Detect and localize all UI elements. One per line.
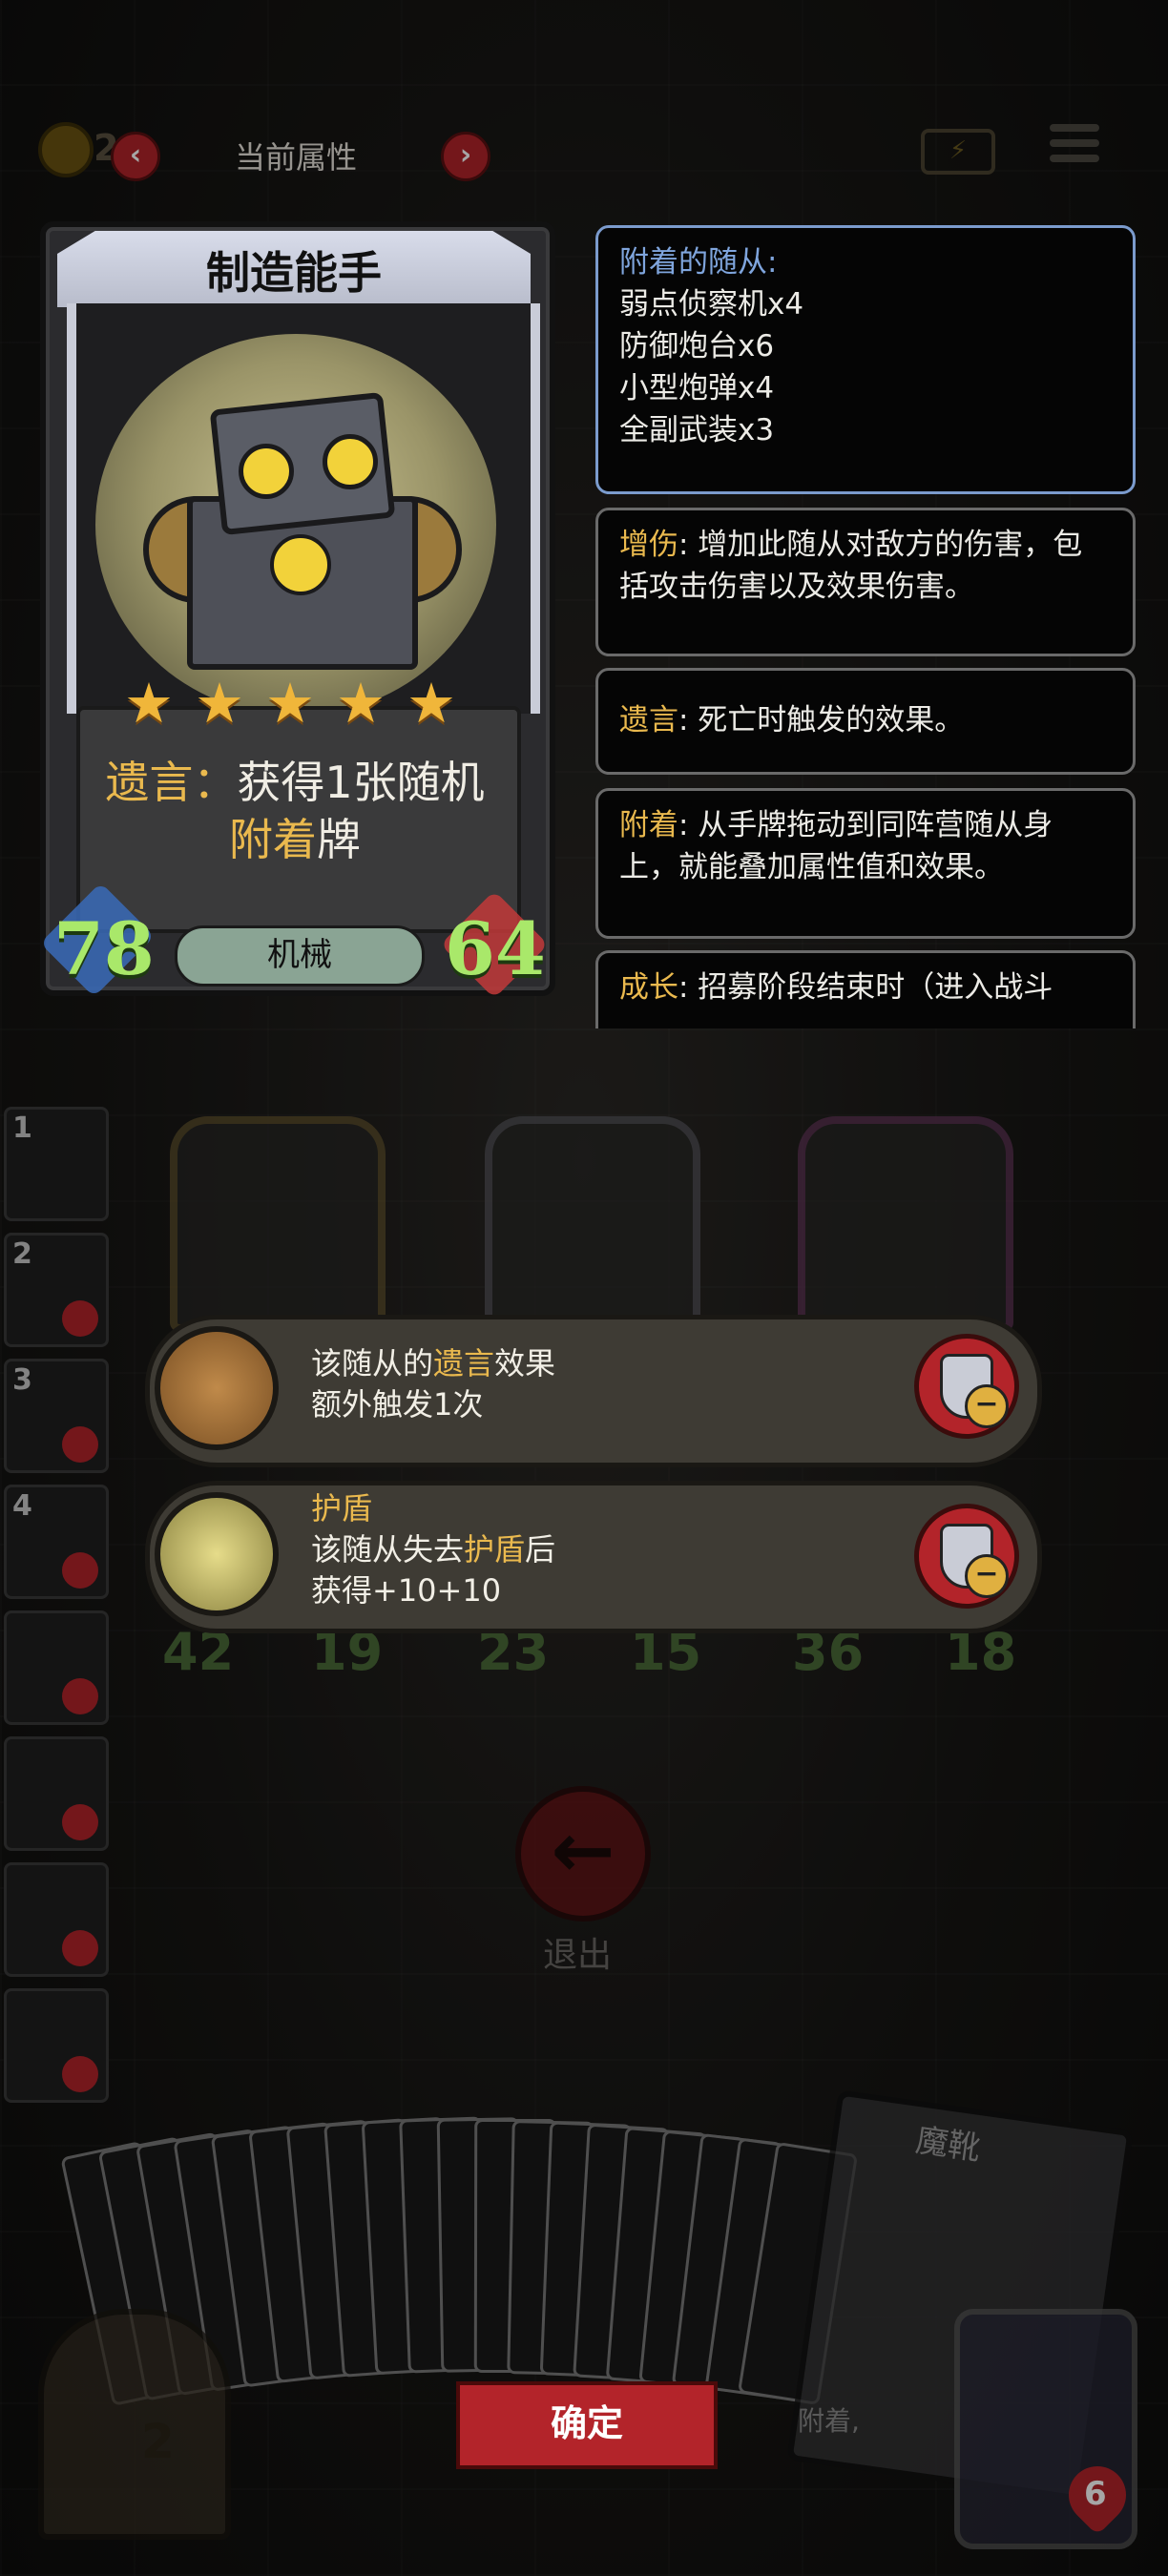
deathrattle-coin-icon — [155, 1326, 279, 1450]
attached-minions-panel: 附着的随从: 弱点侦察机x4 防御炮台x6 小型炮弹x4 全副武装x3 — [595, 225, 1136, 494]
glossary-term: 成长 — [619, 970, 678, 1005]
card-effect-text: 遗言：获得1张随机 附着牌 — [76, 754, 513, 868]
remove-enchant-button[interactable]: − — [914, 1504, 1019, 1609]
effect-suffix: 牌 — [317, 814, 361, 865]
card-health: 64 — [445, 906, 546, 991]
robot-eye-icon — [323, 434, 378, 489]
glossary-panel-growth: 成长: 招募阶段结束时（进入战斗 — [595, 950, 1136, 1028]
confirm-button[interactable]: 确定 — [456, 2381, 718, 2469]
glossary-term: 遗言 — [619, 703, 678, 737]
enchant-line: 该随从的 — [311, 1345, 434, 1381]
enchant-line: 获得+10+10 — [311, 1572, 502, 1609]
enchant-row-shield — [145, 1481, 1042, 1633]
enchant-keyword: 护盾 — [464, 1531, 526, 1568]
glossary-panel-deathrattle: 遗言: 死亡时触发的效果。 — [595, 668, 1136, 775]
card-attack: 78 — [53, 906, 155, 991]
remove-enchant-button[interactable]: − — [914, 1334, 1019, 1439]
robot-face-icon — [270, 534, 331, 595]
minus-icon: − — [965, 1554, 1009, 1598]
enchant-line: 该随从失去 — [311, 1531, 465, 1568]
star-icon: ★ — [407, 671, 456, 736]
card-name: 制造能手 — [206, 247, 382, 299]
star-icon: ★ — [336, 671, 386, 736]
glossary-term: 增伤 — [619, 528, 678, 562]
enchant-title: 护盾 — [311, 1490, 373, 1527]
attached-item: 弱点侦察机x4 — [619, 287, 804, 322]
enchant-text-shield: 护盾 该随从失去护盾后 获得+10+10 — [311, 1488, 555, 1611]
enchant-keyword: 遗言 — [433, 1345, 495, 1381]
attached-title: 附着的随从: — [619, 245, 778, 280]
glossary-panel-damage: 增伤: 增加此随从对敌方的伤害，包括攻击伤害以及效果伤害。 — [595, 508, 1136, 656]
shield-moon-icon — [155, 1492, 279, 1616]
enchant-line: 效果 — [494, 1345, 556, 1381]
star-icon: ★ — [195, 671, 244, 736]
enchant-text-deathrattle: 该随从的遗言效果 额外触发1次 — [311, 1343, 555, 1425]
glossary-text: : 从手牌拖动到同阵营随从身上，就能叠加属性值和效果。 — [619, 808, 1053, 884]
card-tribe: 机械 — [175, 925, 425, 987]
attached-item: 全副武装x3 — [619, 413, 775, 447]
enchant-line: 后 — [525, 1531, 556, 1568]
glossary-text: : 增加此随从对敌方的伤害，包括攻击伤害以及效果伤害。 — [619, 528, 1083, 604]
enchant-row-deathrattle — [145, 1315, 1042, 1467]
attached-item: 小型炮弹x4 — [619, 371, 775, 405]
star-icon: ★ — [265, 671, 315, 736]
effect-keyword-attach: 附着 — [229, 814, 317, 865]
robot-eye-icon — [239, 444, 294, 499]
attached-item: 防御炮台x6 — [619, 329, 775, 364]
glossary-text: : 招募阶段结束时（进入战斗 — [678, 970, 1053, 1005]
glossary-text: : 死亡时触发的效果。 — [678, 703, 965, 737]
glossary-term: 附着 — [619, 808, 678, 842]
glossary-panel-attach: 附着: 从手牌拖动到同阵营随从身上，就能叠加属性值和效果。 — [595, 788, 1136, 939]
minus-icon: − — [965, 1384, 1009, 1428]
effect-keyword-deathrattle: 遗言： — [105, 757, 238, 808]
effect-body: 获得1张随机 — [237, 757, 485, 808]
star-icon: ★ — [124, 671, 174, 736]
enchant-line: 额外触发1次 — [311, 1386, 484, 1423]
